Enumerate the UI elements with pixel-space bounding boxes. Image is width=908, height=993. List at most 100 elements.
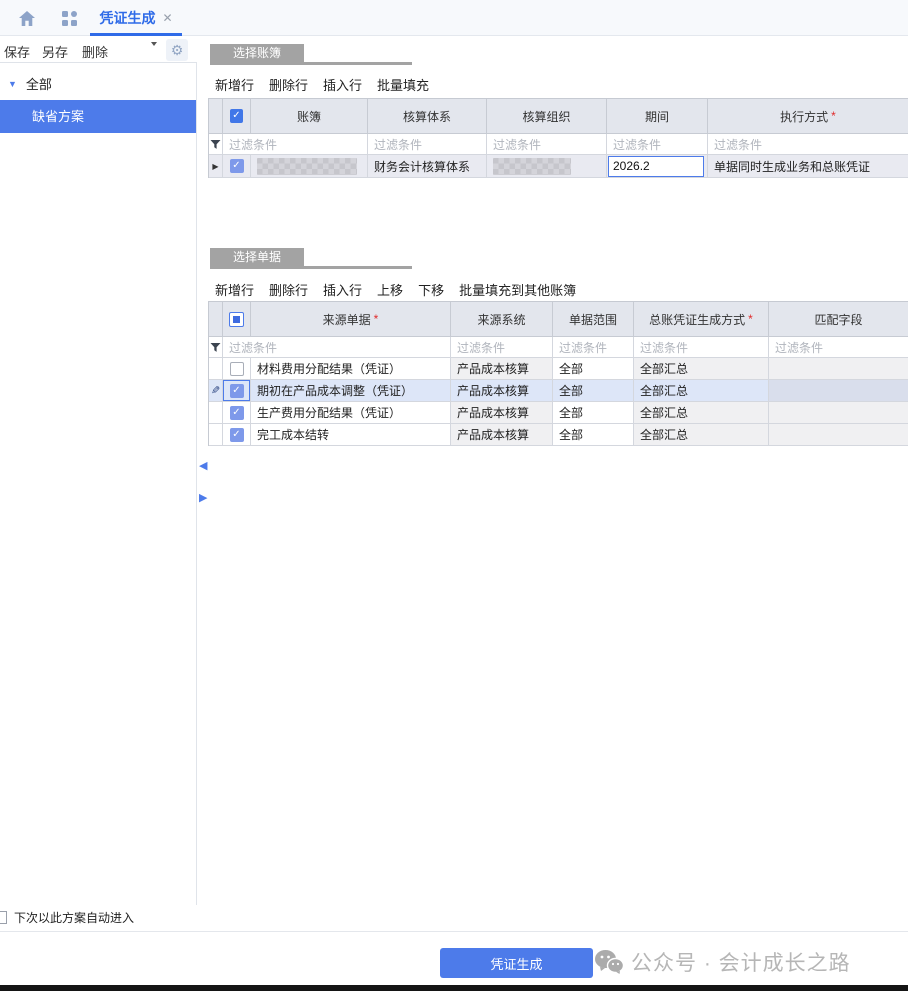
tree-node-label: 全部 [26, 74, 52, 93]
home-icon[interactable] [18, 10, 36, 26]
docs-row3-gen[interactable]: 全部汇总 [634, 402, 769, 424]
docs-row1-source[interactable]: 材料费用分配结果（凭证） [251, 358, 451, 380]
docs-filter-match[interactable]: 过滤条件 [769, 337, 908, 358]
docs-row1-checkbox[interactable] [230, 362, 244, 376]
scheme-toolbar: 保存 另存 删除 ⚙ [0, 37, 197, 63]
docs-batch-fill-button[interactable]: 批量填充到其他账簿 [459, 280, 576, 299]
docs-select-all-cell [223, 302, 251, 337]
docs-row2-source[interactable]: 期初在产品成本调整（凭证） [251, 380, 451, 402]
docs-row3-system[interactable]: 产品成本核算 [451, 402, 553, 424]
docs-row1-gen[interactable]: 全部汇总 [634, 358, 769, 380]
books-filter-exec[interactable]: 过滤条件 [708, 134, 908, 155]
books-row-checkbox[interactable]: ✓ [230, 159, 244, 173]
docs-row2-indicator: ✎ [209, 380, 223, 402]
docs-row4-range[interactable]: 全部 [553, 424, 634, 446]
docs-row1-system[interactable]: 产品成本核算 [451, 358, 553, 380]
docs-move-down-button[interactable]: 下移 [418, 280, 444, 299]
section-books-underline [210, 62, 412, 65]
books-filter-book[interactable]: 过滤条件 [223, 134, 368, 155]
docs-col-match[interactable]: 匹配字段 [769, 302, 908, 337]
books-delete-row-button[interactable]: 删除行 [269, 75, 308, 94]
books-select-all-checkbox[interactable]: ✓ [230, 109, 243, 123]
apps-grid-icon[interactable] [60, 10, 78, 26]
section-tab-select-books[interactable]: 选择账簿 [210, 44, 304, 62]
books-col-book[interactable]: 账簿 [251, 99, 368, 134]
docs-row3-match[interactable] [769, 402, 908, 424]
books-filter-icon-cell [209, 134, 223, 155]
books-filter-org[interactable]: 过滤条件 [487, 134, 607, 155]
docs-row1-range[interactable]: 全部 [553, 358, 634, 380]
section-docs-underline [210, 266, 412, 269]
tree-expand-icon[interactable]: ▼ [8, 79, 17, 89]
tab-voucher-generation[interactable]: 凭证生成 ✕ [88, 0, 184, 36]
panel-collapse-left-icon[interactable]: ◀ [199, 459, 207, 472]
redacted-book-name [257, 158, 357, 175]
docs-row4-match[interactable] [769, 424, 908, 446]
books-cell-book[interactable] [251, 155, 368, 178]
docs-row3-checkbox[interactable]: ✓ [230, 406, 244, 420]
docs-row3-range[interactable]: 全部 [553, 402, 634, 424]
docs-header-row: 来源单据* 来源系统 单据范围 总账凭证生成方式* 匹配字段 [209, 302, 908, 337]
docs-row2-checkbox[interactable]: ✓ [230, 384, 244, 398]
books-col-period[interactable]: 期间 [607, 99, 708, 134]
docs-row4-system[interactable]: 产品成本核算 [451, 424, 553, 446]
docs-select-all-checkbox[interactable] [229, 312, 244, 327]
docs-table: 来源单据* 来源系统 单据范围 总账凭证生成方式* 匹配字段 过滤条件 过滤条件… [208, 301, 908, 446]
books-corner-cell [209, 99, 223, 134]
books-filter-period[interactable]: 过滤条件 [607, 134, 708, 155]
books-col-org[interactable]: 核算组织 [487, 99, 607, 134]
docs-insert-row-button[interactable]: 插入行 [323, 280, 362, 299]
auto-enter-checkbox[interactable] [0, 911, 7, 924]
docs-row3-source[interactable]: 生产费用分配结果（凭证） [251, 402, 451, 424]
watermark-text: 公众号 · 会计成长之路 [631, 947, 851, 977]
generate-voucher-button[interactable]: 凭证生成 [440, 948, 593, 978]
books-insert-row-button[interactable]: 插入行 [323, 75, 362, 94]
docs-delete-row-button[interactable]: 删除行 [269, 280, 308, 299]
docs-filter-gen[interactable]: 过滤条件 [634, 337, 769, 358]
section-tab-select-docs[interactable]: 选择单据 [210, 248, 304, 266]
docs-row4-checkbox[interactable]: ✓ [230, 428, 244, 442]
docs-row-1: 材料费用分配结果（凭证） 产品成本核算 全部 全部汇总 [209, 358, 908, 380]
docs-row2-match[interactable] [769, 380, 908, 402]
docs-filter-source[interactable]: 过滤条件 [223, 337, 451, 358]
save-button[interactable]: 保存 [4, 42, 30, 61]
docs-row4-source[interactable]: 完工成本结转 [251, 424, 451, 446]
docs-row2-range[interactable]: 全部 [553, 380, 634, 402]
docs-col-range[interactable]: 单据范围 [553, 302, 634, 337]
docs-row1-match[interactable] [769, 358, 908, 380]
docs-row2-gen[interactable]: 全部汇总 [634, 380, 769, 402]
filter-funnel-icon [210, 139, 221, 150]
docs-move-up-button[interactable]: 上移 [377, 280, 403, 299]
gear-icon[interactable]: ⚙ [166, 39, 188, 61]
more-dropdown-icon[interactable] [150, 46, 160, 56]
docs-row-2-selected: ✎ ✓ 期初在产品成本调整（凭证） 产品成本核算 全部 全部汇总 [209, 380, 908, 402]
books-cell-system[interactable]: 财务会计核算体系 [368, 155, 487, 178]
books-batch-fill-button[interactable]: 批量填充 [377, 75, 429, 94]
save-as-button[interactable]: 另存 [42, 42, 68, 61]
books-cell-exec[interactable]: 单据同时生成业务和总账凭证 [708, 155, 908, 178]
docs-row4-gen[interactable]: 全部汇总 [634, 424, 769, 446]
docs-filter-system[interactable]: 过滤条件 [451, 337, 553, 358]
docs-col-system[interactable]: 来源系统 [451, 302, 553, 337]
active-tab-underline [90, 33, 182, 36]
books-col-exec[interactable]: 执行方式* [708, 99, 908, 134]
tree-node-default-scheme[interactable]: 缺省方案 [0, 100, 196, 133]
tab-close-icon[interactable]: ✕ [162, 11, 172, 25]
books-add-row-button[interactable]: 新增行 [215, 75, 254, 94]
tree-node-all[interactable]: ▼ 全部 [8, 74, 52, 93]
docs-row4-checkbox-cell: ✓ [223, 424, 251, 446]
books-cell-org[interactable] [487, 155, 607, 178]
delete-button[interactable]: 删除 [82, 42, 108, 61]
period-input[interactable] [608, 156, 704, 177]
panel-expand-right-icon[interactable]: ▶ [199, 491, 207, 504]
docs-row1-indicator [209, 358, 223, 380]
docs-row3-checkbox-cell: ✓ [223, 402, 251, 424]
docs-add-row-button[interactable]: 新增行 [215, 280, 254, 299]
docs-col-source[interactable]: 来源单据* [251, 302, 451, 337]
books-col-system[interactable]: 核算体系 [368, 99, 487, 134]
books-filter-system[interactable]: 过滤条件 [368, 134, 487, 155]
auto-enter-option: 下次以此方案自动进入 [0, 908, 134, 926]
docs-col-gen[interactable]: 总账凭证生成方式* [634, 302, 769, 337]
docs-row2-system[interactable]: 产品成本核算 [451, 380, 553, 402]
docs-filter-range[interactable]: 过滤条件 [553, 337, 634, 358]
